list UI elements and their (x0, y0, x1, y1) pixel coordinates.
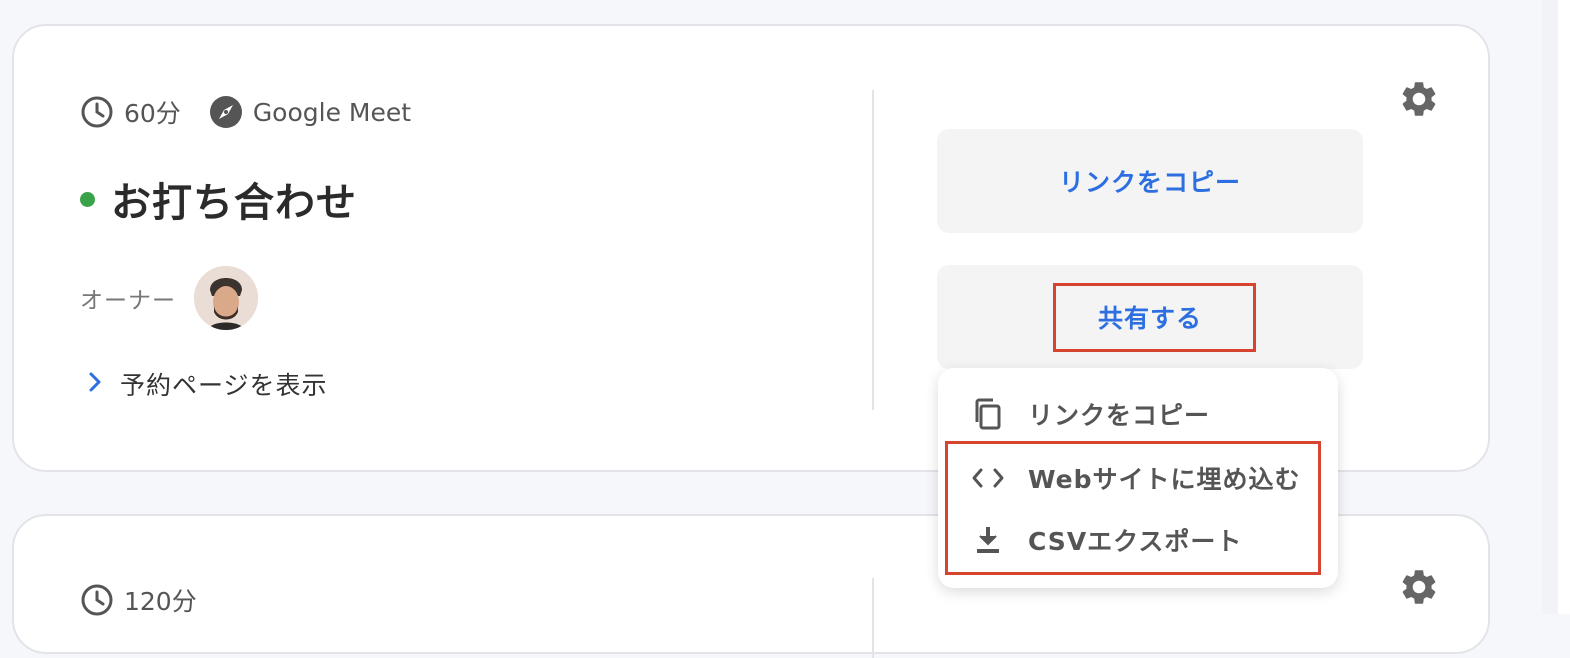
event-meta: 120分 (80, 582, 197, 618)
event-title: お打ち合わせ (111, 180, 357, 226)
code-icon (968, 467, 1008, 489)
share-menu-item-label: CSVエクスポート (1028, 527, 1243, 556)
clock-icon (80, 95, 114, 129)
gear-icon[interactable] (1398, 78, 1440, 124)
download-icon (968, 525, 1008, 555)
clock-icon (80, 583, 114, 617)
vertical-divider (872, 90, 874, 410)
share-menu-item-label: リンクをコピー (1028, 401, 1211, 430)
scrollbar-thumb[interactable] (1558, 0, 1570, 614)
view-booking-page-label: 予約ページを表示 (120, 371, 328, 400)
view-booking-page-link[interactable]: 予約ページを表示 (88, 366, 328, 402)
share-menu: リンクをコピー Webサイトに埋め込む CSVエクスポート (938, 368, 1338, 588)
owner-row: オーナー (80, 266, 258, 330)
event-title-row: お打ち合わせ (80, 170, 357, 228)
gear-icon[interactable] (1398, 566, 1440, 612)
share-menu-item-label: Webサイトに埋め込む (1028, 465, 1301, 494)
share-menu-item-csv-export[interactable]: CSVエクスポート (938, 510, 1338, 570)
status-dot (80, 191, 95, 207)
event-location: Google Meet (252, 97, 412, 127)
owner-label: オーナー (80, 288, 176, 314)
event-duration: 120分 (124, 587, 197, 616)
share-button[interactable]: 共有する (937, 265, 1363, 369)
event-duration: 60分 (124, 99, 181, 128)
vertical-divider (872, 578, 874, 658)
copy-link-button[interactable]: リンクをコピー (937, 129, 1363, 233)
share-menu-item-copy-link[interactable]: リンクをコピー (938, 384, 1338, 444)
chevron-right-icon (88, 371, 102, 397)
compass-icon (209, 95, 243, 129)
event-meta: 60分 Google Meet (80, 94, 411, 130)
avatar (194, 266, 258, 330)
copy-icon (968, 397, 1008, 431)
share-menu-item-embed[interactable]: Webサイトに埋め込む (938, 448, 1338, 508)
